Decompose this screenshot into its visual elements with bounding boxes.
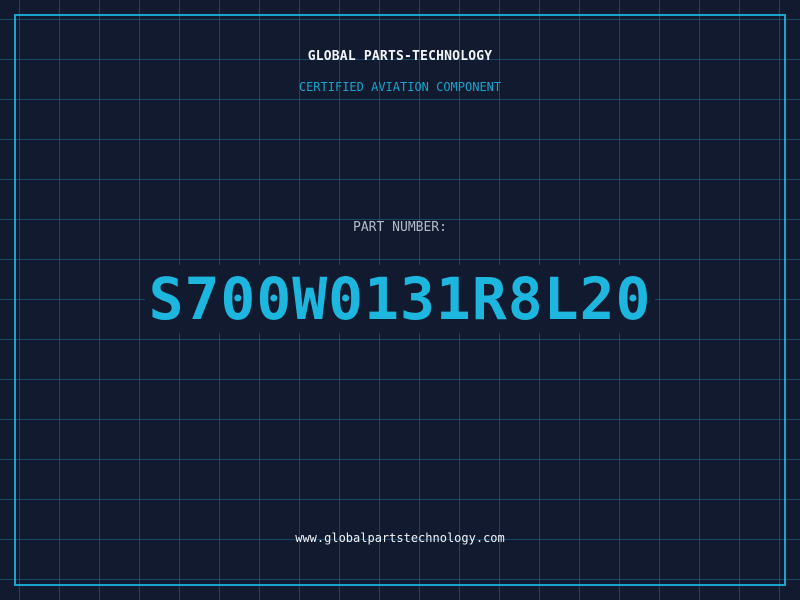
part-number-label: PART NUMBER: [353,220,447,235]
certification-subtitle: CERTIFIED AVIATION COMPONENT [298,80,502,94]
company-name: GLOBAL PARTS-TECHNOLOGY [307,49,493,64]
part-number-display: S700W0131R8L20 [0,254,800,344]
website-url: www.globalpartstechnology.com [295,531,505,545]
part-number-value: S700W0131R8L20 [144,265,656,333]
